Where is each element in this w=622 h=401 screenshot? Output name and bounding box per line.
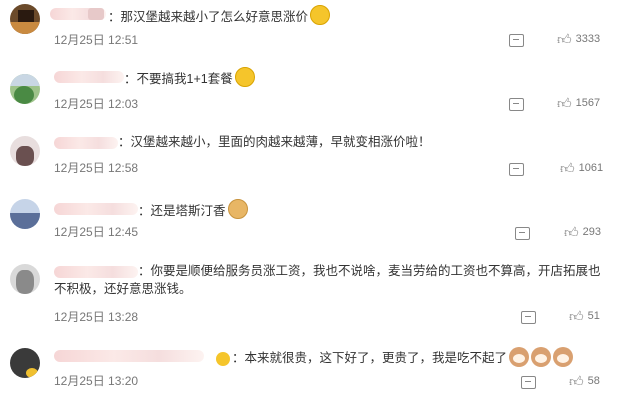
comment-item: ：汉堡越来越小，里面的肉越来越薄，早就变相涨价啦！ 12月25日 12:58 👍… [0,132,622,196]
comment-icon [515,227,530,240]
smirk-emoji-icon [310,5,331,25]
comment-text: ：还是塔斯汀香 [138,199,608,220]
fist-emoji-icon [216,352,230,366]
doge-emoji-icon [227,199,248,219]
cat-emoji-icon [531,347,552,367]
reply-button[interactable] [521,376,536,389]
like-button[interactable]: 👍︎ 51 [569,309,600,323]
comment-date: 12月25日 12:03 [54,97,139,111]
crying-emoji-icon [234,67,255,87]
comment-item: ：本来就很贵，这下好了，更贵了，我是吃不起了 12月25日 13:20 👍︎ 5… [0,342,622,401]
like-button[interactable]: 👍︎ 58 [569,374,600,388]
comment-date: 12月25日 12:58 [54,161,139,175]
username[interactable] [54,203,138,215]
comment-icon [521,311,536,324]
comment-item: ：还是塔斯汀香 12月25日 12:45 👍︎ 293 [0,196,622,256]
cat-emoji-icon [553,347,574,367]
comment-date: 12月25日 13:20 [54,374,139,388]
like-button[interactable]: 👍︎ 1567 [557,96,600,110]
reply-button[interactable] [521,311,536,324]
comment-icon [521,376,536,389]
thumbs-up-icon: 👍︎ [569,373,584,389]
comment-item: ：不要搞我1+1套餐 12月25日 12:03 👍︎ 1567 [0,66,622,132]
avatar[interactable] [10,136,40,166]
like-count: 58 [587,375,600,387]
avatar[interactable] [10,199,40,229]
comment-date: 12月25日 12:51 [54,33,139,47]
comment-icon [509,98,524,111]
like-button[interactable]: 👍︎ 3333 [557,32,600,46]
username[interactable] [54,71,124,83]
like-button[interactable]: 👍︎ 293 [564,225,601,239]
comment-item: ：你要是顺便给服务员涨工资，我也不说啥，麦当劳给的工资也不算高，开店拓展也不积极… [0,256,622,342]
reply-button[interactable] [509,34,524,47]
thumbs-up-icon: 👍︎ [560,160,575,176]
avatar[interactable] [10,74,40,104]
comment-text: ：本来就很贵，这下好了，更贵了，我是吃不起了 [214,347,608,367]
username[interactable] [54,350,204,362]
comment-item: ：那汉堡越来越小了怎么好意思涨价 12月25日 12:51 👍︎ 3333 [0,0,622,66]
like-count: 1567 [575,97,601,109]
reply-button[interactable] [509,98,524,111]
avatar[interactable] [10,4,40,34]
like-count: 1061 [578,162,604,174]
reply-button[interactable] [515,227,530,240]
reply-button[interactable] [509,163,524,176]
cat-emoji-icon [509,347,530,367]
thumbs-up-icon: 👍︎ [557,95,572,111]
avatar[interactable] [10,264,40,294]
comment-text: ：汉堡越来越小，里面的肉越来越薄，早就变相涨价啦！ [118,135,431,149]
comment-icon [509,34,524,47]
like-count: 3333 [575,33,601,45]
comment-date: 12月25日 12:45 [54,225,139,239]
avatar[interactable] [10,348,40,378]
comment-text: ：你要是顺便给服务员涨工资，我也不说啥，麦当劳给的工资也不算高，开店拓展也不积极… [54,264,601,296]
thumbs-up-icon: 👍︎ [569,308,584,324]
like-count: 51 [587,310,600,322]
comment-icon [509,163,524,176]
thumbs-up-icon: 👍︎ [564,224,579,240]
like-button[interactable]: 👍︎ 1061 [560,161,603,175]
thumbs-up-icon: 👍︎ [557,31,572,47]
username[interactable] [54,137,118,149]
comment-date: 12月25日 13:28 [54,310,139,324]
like-count: 293 [582,226,601,238]
comment-text: ：不要搞我1+1套餐 [124,67,608,88]
comment-text: ：那汉堡越来越小了怎么好意思涨价 [108,5,608,26]
